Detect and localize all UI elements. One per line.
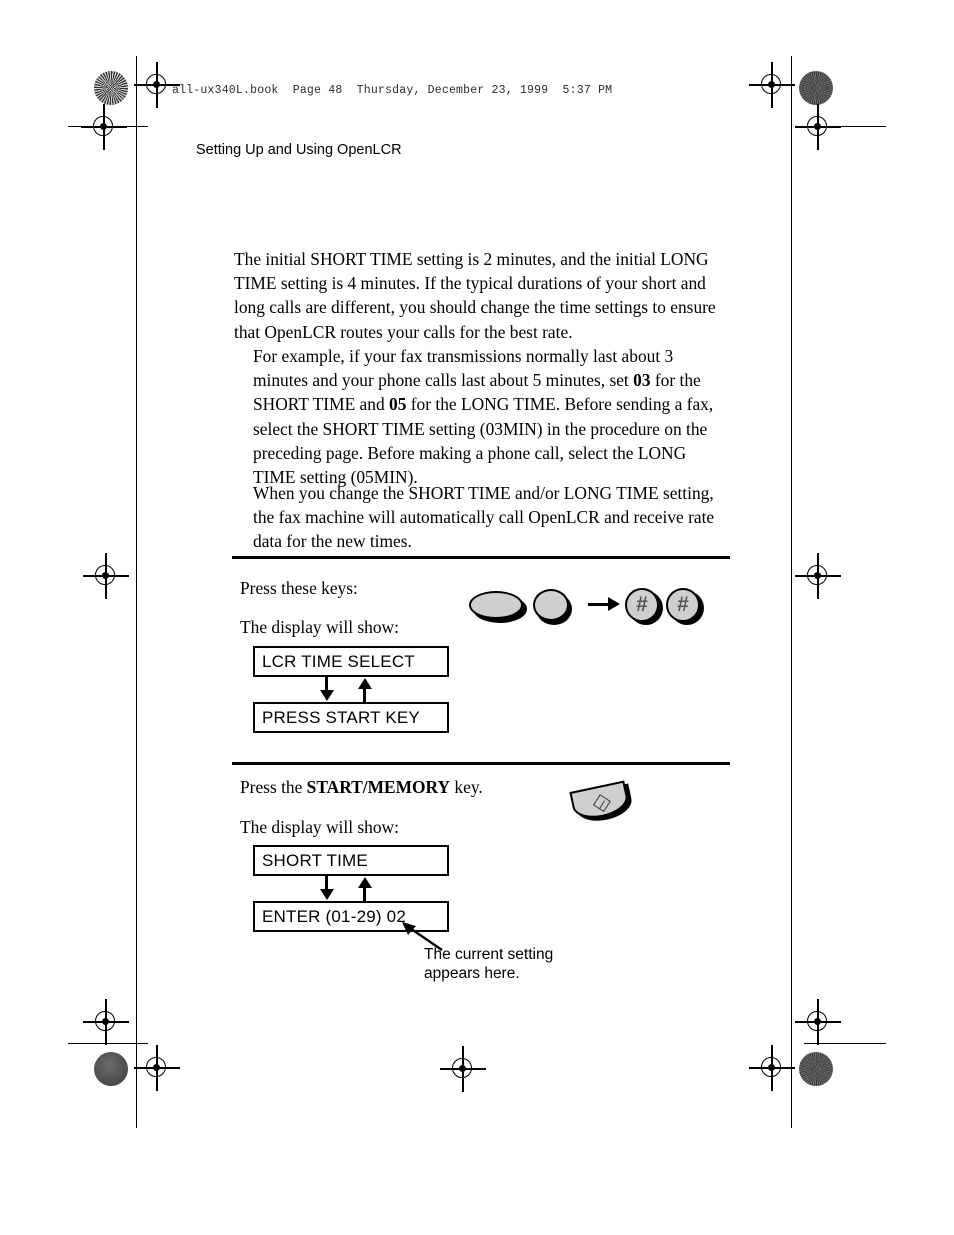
trim-line-top-left-horizontal <box>68 126 148 128</box>
registration-crosshair-top-right-inner <box>749 62 795 108</box>
trim-line-bottom-right-horizontal <box>804 1043 886 1045</box>
step-2-instruction: Press the START/MEMORY key. <box>240 777 483 798</box>
registration-crosshair-bottom-center <box>440 1046 486 1092</box>
step-2-instruction-prefix: Press the <box>240 777 307 797</box>
paragraph-2-text-1: For example, if your fax transmissions n… <box>253 346 674 391</box>
body-paragraph-3: When you change the SHORT TIME and/or LO… <box>253 483 715 552</box>
print-slug-line: all-ux340L.book Page 48 Thursday, Decemb… <box>172 84 613 97</box>
body-paragraph-1: The initial SHORT TIME setting is 2 minu… <box>234 249 716 342</box>
registration-starburst-top-right <box>799 71 833 105</box>
function-key[interactable] <box>469 591 523 619</box>
registration-starburst-bottom-left <box>94 1052 128 1086</box>
lcd-transition-arrows-step2 <box>253 876 449 902</box>
step-2-display-prompt: The display will show: <box>240 817 399 837</box>
oval-key[interactable] <box>533 589 569 621</box>
start-diamond-icon <box>592 794 611 813</box>
callout-text: The current setting appears here. <box>424 945 614 983</box>
callout-line-1: The current setting <box>424 946 554 963</box>
section-rule-bottom <box>232 762 730 765</box>
start-memory-key[interactable] <box>569 780 631 823</box>
section-rule-top <box>232 556 730 559</box>
registration-crosshair-bottom-left-inner <box>134 1045 180 1091</box>
trim-line-top-right-horizontal <box>804 126 886 128</box>
lcd-display-step1-line2: PRESS START KEY <box>253 702 449 733</box>
trim-line-right-vertical <box>791 56 793 1128</box>
registration-crosshair-mid-left <box>83 553 129 599</box>
registration-crosshair-left-lower <box>83 999 129 1045</box>
hash-icon-1: # <box>636 593 648 616</box>
callout-line-2: appears here. <box>424 965 520 982</box>
lcd-transition-arrows-step1 <box>253 677 449 703</box>
registration-starburst-bottom-right <box>799 1052 833 1086</box>
step-1-instruction: Press these keys: <box>240 578 358 598</box>
page-running-head: Setting Up and Using OpenLCR <box>196 142 402 158</box>
sequence-arrow-shaft <box>588 603 610 607</box>
hash-icon-2: # <box>677 593 689 616</box>
registration-crosshair-mid-right <box>795 553 841 599</box>
manual-page: all-ux340L.book Page 48 Thursday, Decemb… <box>0 0 954 1235</box>
step-2-instruction-suffix: key. <box>450 777 483 797</box>
registration-crosshair-bottom-right-inner <box>749 1045 795 1091</box>
step-1-display-prompt: The display will show: <box>240 617 399 637</box>
body-paragraph-2: For example, if your fax transmissions n… <box>253 344 723 489</box>
registration-crosshair-right-lower <box>795 999 841 1045</box>
lcd-display-step1-line1: LCR TIME SELECT <box>253 646 449 677</box>
paragraph-2-bold-03: 03 <box>633 370 651 391</box>
trim-line-left-vertical <box>136 56 138 1128</box>
sequence-arrow-icon <box>608 597 620 611</box>
paragraph-2-bold-05: 05 <box>389 394 407 415</box>
lcd-display-step2-line1: SHORT TIME <box>253 845 449 876</box>
step-2-key-name: START/MEMORY <box>306 777 451 797</box>
registration-starburst-top-left <box>94 71 128 105</box>
